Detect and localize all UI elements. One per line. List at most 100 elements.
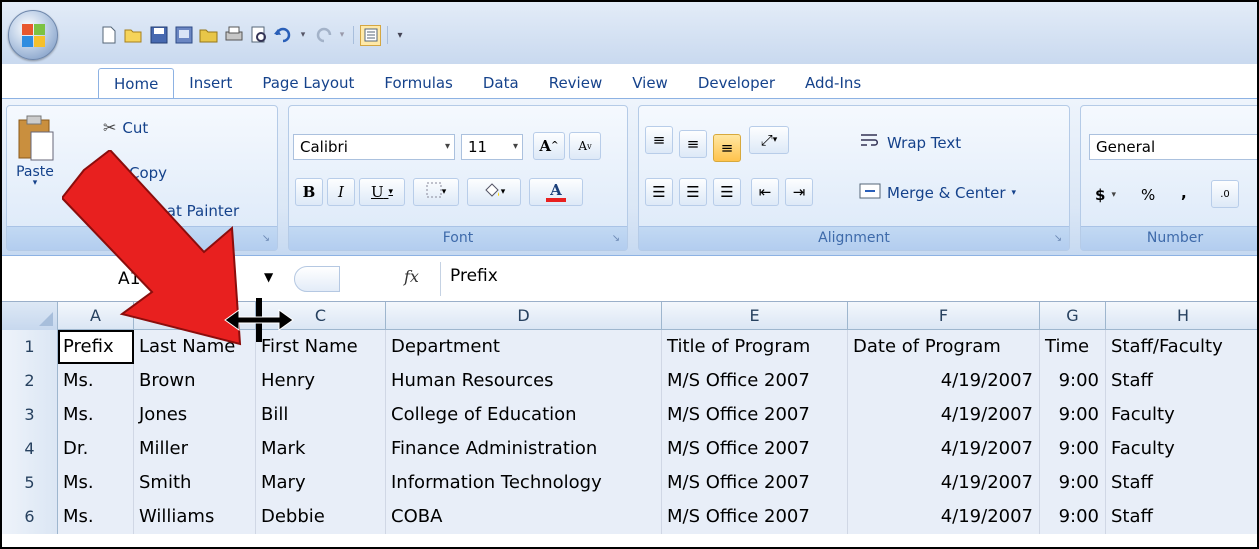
tab-developer[interactable]: Developer xyxy=(683,68,790,98)
tab-review[interactable]: Review xyxy=(534,68,618,98)
cell[interactable]: Faculty xyxy=(1106,398,1257,432)
paste-button[interactable]: Paste ▾ xyxy=(15,114,55,188)
column-header[interactable]: E xyxy=(662,302,848,330)
align-top-icon[interactable]: ≡ xyxy=(645,126,673,154)
undo-icon[interactable] xyxy=(273,25,294,46)
open-icon[interactable] xyxy=(123,25,144,46)
number-format-combo[interactable]: General xyxy=(1089,134,1257,160)
preview-icon[interactable] xyxy=(248,25,269,46)
merge-center-button[interactable]: Merge & Center ▾ xyxy=(859,182,1016,204)
grow-font-icon[interactable]: A ^ xyxy=(533,132,565,160)
cell[interactable]: 4/19/2007 xyxy=(848,466,1040,500)
align-left-icon[interactable]: ☰ xyxy=(645,178,673,206)
tab-add-ins[interactable]: Add-Ins xyxy=(790,68,876,98)
cell[interactable]: Smith xyxy=(134,466,256,500)
tab-home[interactable]: Home xyxy=(98,68,175,98)
cell[interactable]: First Name xyxy=(256,330,386,364)
copy-button[interactable]: Copy xyxy=(103,162,167,184)
column-header[interactable]: D xyxy=(386,302,662,330)
dialog-launcher-icon[interactable]: ↘ xyxy=(1051,232,1065,246)
row-header[interactable]: 5 xyxy=(2,466,58,500)
currency-button[interactable]: $ ▾ xyxy=(1095,186,1116,204)
shrink-font-icon[interactable]: Av xyxy=(569,132,601,160)
cell[interactable]: M/S Office 2007 xyxy=(662,466,848,500)
cell[interactable]: Jones xyxy=(134,398,256,432)
tab-data[interactable]: Data xyxy=(468,68,534,98)
increase-indent-icon[interactable]: ⇥ xyxy=(785,178,813,206)
cell[interactable]: Department xyxy=(386,330,662,364)
cell[interactable]: 9:00 xyxy=(1040,398,1106,432)
wrap-text-button[interactable]: Wrap Text xyxy=(859,132,961,154)
cell[interactable]: Ms. xyxy=(58,364,134,398)
cell[interactable]: 4/19/2007 xyxy=(848,500,1040,534)
redo-icon[interactable] xyxy=(312,25,333,46)
cell[interactable]: Williams xyxy=(134,500,256,534)
cell[interactable]: Dr. xyxy=(58,432,134,466)
row-header[interactable]: 2 xyxy=(2,364,58,398)
cell[interactable]: Information Technology xyxy=(386,466,662,500)
cell[interactable]: 9:00 xyxy=(1040,466,1106,500)
align-bottom-icon[interactable]: ≡ xyxy=(713,134,741,162)
orientation-icon[interactable]: ⤢ ▾ xyxy=(749,126,789,154)
column-header[interactable]: H xyxy=(1106,302,1257,330)
select-all-button[interactable] xyxy=(2,302,58,330)
cell[interactable]: Staff xyxy=(1106,466,1257,500)
cell[interactable]: Faculty xyxy=(1106,432,1257,466)
row-header[interactable]: 3 xyxy=(2,398,58,432)
cell[interactable]: Title of Program xyxy=(662,330,848,364)
font-name-combo[interactable]: Calibri ▾ xyxy=(293,134,455,160)
underline-button[interactable]: U ▾ xyxy=(359,178,405,206)
formula-input[interactable]: Prefix xyxy=(450,266,498,286)
print-preview-icon[interactable] xyxy=(173,25,194,46)
row-header[interactable]: 4 xyxy=(2,432,58,466)
cell[interactable]: Staff xyxy=(1106,500,1257,534)
cell[interactable]: Staff xyxy=(1106,364,1257,398)
italic-button[interactable]: I xyxy=(327,178,355,206)
cell[interactable]: Mary xyxy=(256,466,386,500)
font-size-combo[interactable]: 11 ▾ xyxy=(461,134,523,160)
fill-color-button[interactable]: ▾ xyxy=(467,178,521,206)
office-button[interactable] xyxy=(8,10,58,60)
cell[interactable]: Henry xyxy=(256,364,386,398)
align-right-icon[interactable]: ☰ xyxy=(713,178,741,206)
dialog-launcher-icon[interactable]: ↘ xyxy=(609,232,623,246)
column-header[interactable]: C xyxy=(256,302,386,330)
align-center-icon[interactable]: ☰ xyxy=(679,178,707,206)
align-middle-icon[interactable]: ≡ xyxy=(679,130,707,158)
tab-insert[interactable]: Insert xyxy=(174,68,247,98)
column-header[interactable]: F xyxy=(848,302,1040,330)
cell[interactable]: Human Resources xyxy=(386,364,662,398)
cell[interactable]: Bill xyxy=(256,398,386,432)
cut-button[interactable]: ✂ Cut xyxy=(103,118,148,137)
print-icon[interactable] xyxy=(223,25,244,46)
folder-icon[interactable] xyxy=(198,25,219,46)
chevron-down-icon[interactable]: ▾ xyxy=(298,25,308,46)
cell[interactable]: M/S Office 2007 xyxy=(662,500,848,534)
row-header[interactable]: 6 xyxy=(2,500,58,534)
format-painter-button[interactable]: Format Painter xyxy=(103,200,239,222)
cell[interactable]: M/S Office 2007 xyxy=(662,398,848,432)
column-header[interactable]: A xyxy=(58,302,134,330)
cell[interactable]: M/S Office 2007 xyxy=(662,364,848,398)
tab-formulas[interactable]: Formulas xyxy=(369,68,467,98)
cell[interactable]: COBA xyxy=(386,500,662,534)
cell[interactable]: Date of Program xyxy=(848,330,1040,364)
cell[interactable]: Debbie xyxy=(256,500,386,534)
chevron-down-icon[interactable]: ▾ xyxy=(337,25,347,46)
cell[interactable]: 4/19/2007 xyxy=(848,432,1040,466)
percent-button[interactable]: % xyxy=(1141,186,1155,204)
cell[interactable]: 9:00 xyxy=(1040,500,1106,534)
fx-icon[interactable]: fx xyxy=(404,267,419,286)
borders-button[interactable]: ▾ xyxy=(413,178,459,206)
bold-button[interactable]: B xyxy=(295,178,323,206)
chevron-down-icon[interactable]: ▼ xyxy=(264,270,273,284)
decrease-indent-icon[interactable]: ⇤ xyxy=(751,178,779,206)
cell[interactable]: 9:00 xyxy=(1040,432,1106,466)
new-icon[interactable] xyxy=(98,25,119,46)
increase-decimal-icon[interactable]: .0 xyxy=(1211,180,1239,208)
cell[interactable]: Brown xyxy=(134,364,256,398)
formula-bar-grip[interactable] xyxy=(294,266,340,292)
cell[interactable]: 9:00 xyxy=(1040,364,1106,398)
cell[interactable]: 4/19/2007 xyxy=(848,364,1040,398)
cell[interactable]: 4/19/2007 xyxy=(848,398,1040,432)
